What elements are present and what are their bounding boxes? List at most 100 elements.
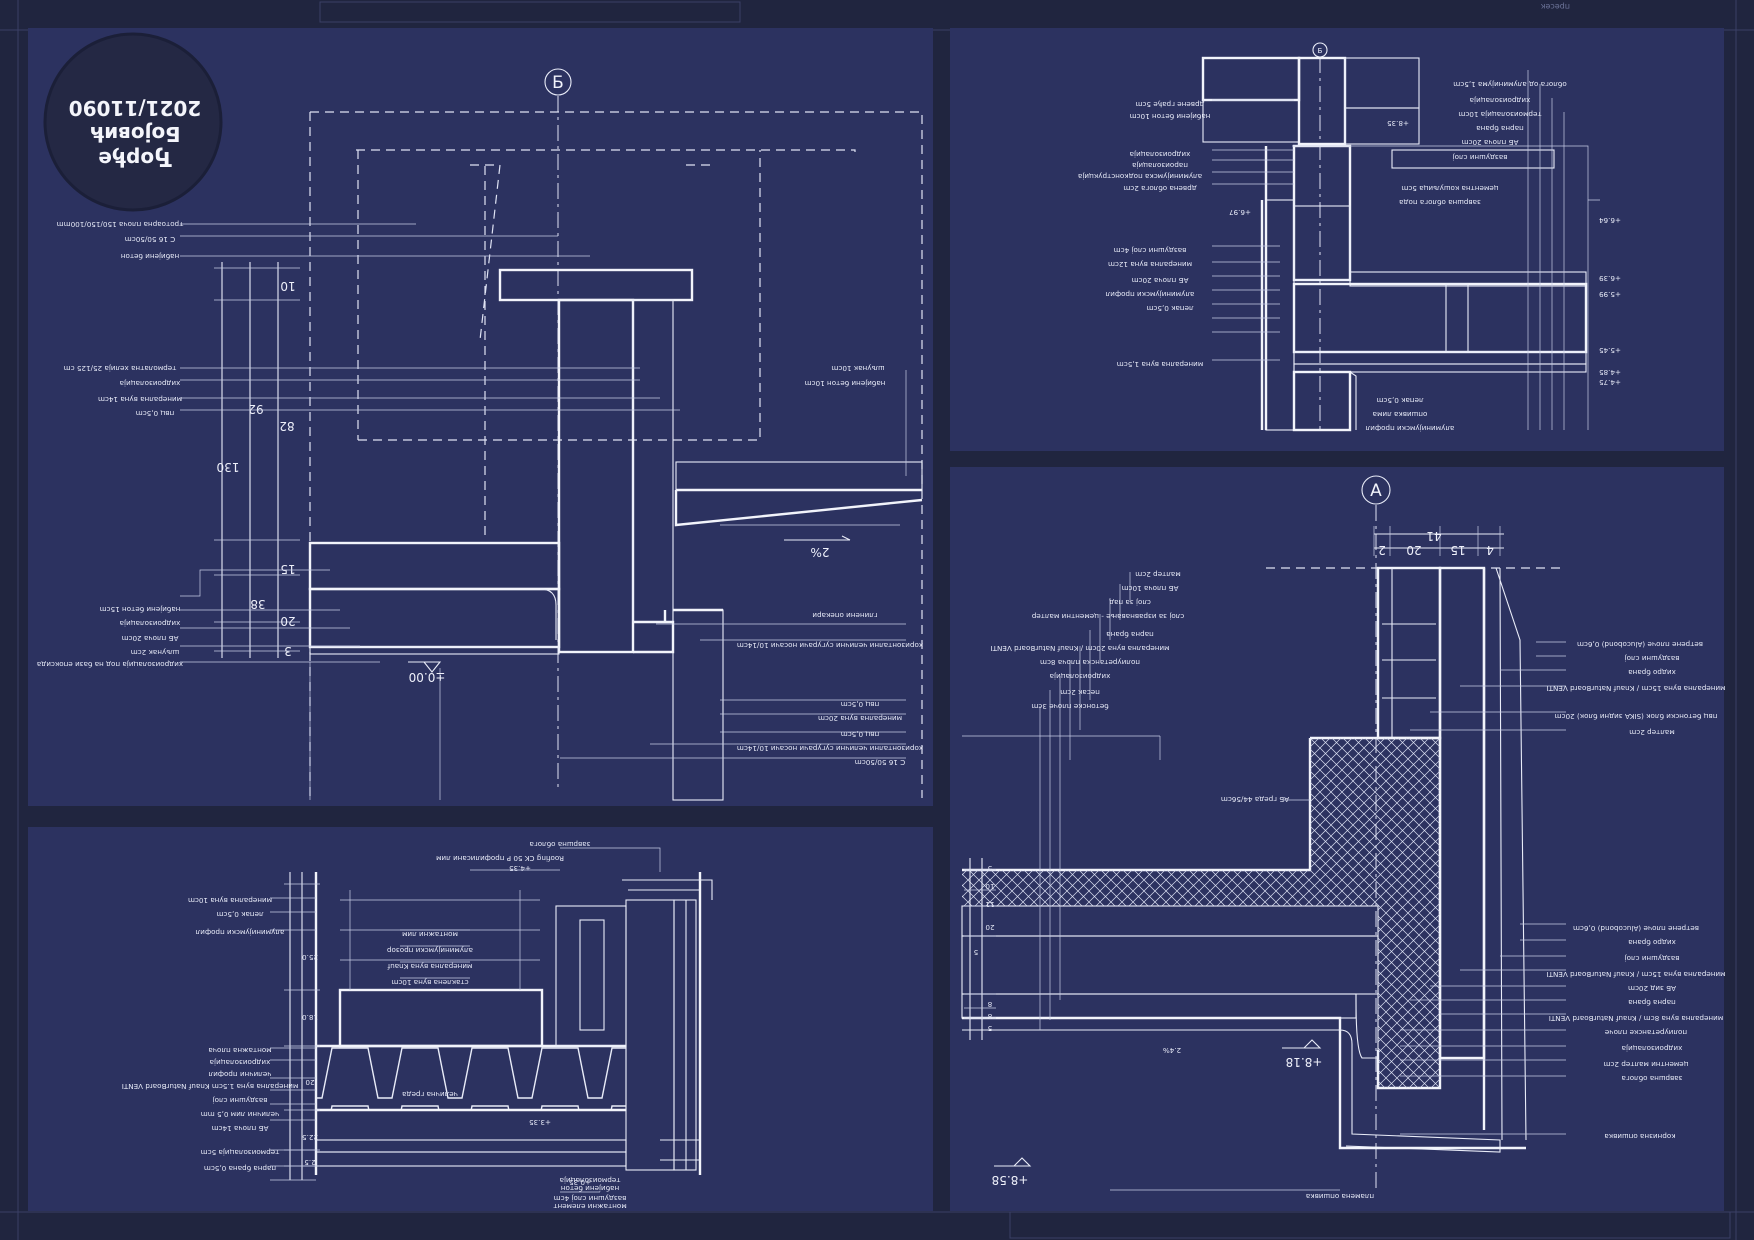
label-r1-5: дрвена облога 2cm	[1123, 184, 1196, 193]
label-tr-7: хоризонтални челични сугурачи носачи 10/…	[737, 744, 923, 753]
label-bl-3: монтажна плоча	[208, 1046, 271, 1055]
label-tl-0: тротоарна плоча 150/150/100mm	[57, 220, 184, 229]
label-brr-17: корнизна опшивка	[1604, 1132, 1675, 1141]
axis-marker-b-small: Б	[1318, 46, 1323, 55]
dim-br-s4: 5	[974, 948, 979, 957]
label-tr-6: пвц 0,5cm	[841, 730, 880, 739]
label-r1-4: алуминијумска подконструкција	[1078, 172, 1202, 181]
dim-br-s2: 11	[985, 900, 994, 909]
dim-br-s6: 8	[987, 1012, 992, 1021]
dim-br-s7: 5	[988, 1024, 993, 1033]
badge-surname: Бојовић	[90, 122, 181, 146]
level-858: +8.58	[992, 1173, 1029, 1187]
label-brr-9: минерална вуна 15cm / Knauf NaturBoard V…	[1546, 970, 1725, 979]
label-tr-0: шљунак 10cm	[831, 364, 884, 373]
label-brl-9: бетонске плоче 3cm	[1031, 702, 1108, 711]
dim-bl-25: 25.0	[302, 953, 318, 962]
label-brl-7: хидроизолација	[1050, 672, 1111, 681]
level-485: +4.85	[1599, 368, 1621, 377]
dim-130: 130	[217, 460, 240, 474]
label-bl2-5: стаклена вуна 10cm	[391, 978, 468, 987]
label-brl-6: полиуретанска плоча 8cm	[1040, 658, 1140, 667]
label-r1-7: минерална вуна 12cm	[1108, 260, 1192, 269]
dim-20: 20	[280, 614, 295, 628]
label-brl-2: слој за изравнавање - цементни малтер	[1031, 612, 1184, 621]
dim-bl-18: 18.0	[302, 1013, 318, 1022]
label-bl-4: хидроизолација	[210, 1058, 271, 1067]
label-r1-10: лепак 0,5cm	[1146, 304, 1193, 313]
level-697: +6.97	[1229, 208, 1251, 217]
label-bl-6: минерална вуна 1.5cm Knauf NaturBoard VE…	[122, 1082, 299, 1091]
label-bl-5: челични профил	[209, 1070, 272, 1079]
label-r2-3: парна брана	[1476, 124, 1524, 133]
label-r1-1: набијени бетон 10cm	[1130, 112, 1211, 121]
label-brr-11: парна брана	[1628, 998, 1676, 1007]
label-r2-8: опшивка лима	[1373, 410, 1428, 419]
label-tl-9: АБ плоча 20cm	[122, 634, 179, 643]
label-tl-5: минерална вуна 14cm	[98, 395, 182, 404]
label-brl-8: песак 2cm	[1060, 688, 1100, 697]
title-badge: Ђорђе Бојовић 2021/11090	[43, 32, 223, 212]
dim-br-s5: 8	[987, 1000, 992, 1009]
level-599: +5.99	[1599, 290, 1621, 299]
label-brl-4: парна брана	[1106, 630, 1154, 639]
svg-text:пресек: пресек	[1540, 2, 1570, 11]
label-tl-4: хидроизолација	[120, 379, 181, 388]
label-brr-14: хидроизолација	[1622, 1044, 1683, 1053]
level-818: +8.18	[1286, 1055, 1323, 1069]
label-tl-8: хидроизолација	[120, 619, 181, 628]
label-bl2-2: монтажни лим	[402, 930, 458, 939]
label-bl2-1: Roofing CK 50 P профилисани лим	[436, 854, 564, 863]
label-r2-0: облога од алуминијума 1,5cm	[1453, 80, 1566, 89]
dim-15: 15	[280, 562, 295, 576]
level-639: +6.39	[1599, 274, 1621, 283]
label-r2-6: завршна облога пода	[1399, 198, 1481, 207]
label-bl-0: минерална вуна 10cm	[188, 896, 272, 905]
axis-marker-b: Б	[552, 73, 564, 93]
label-tl-3: термолатна хелија 25/125 cm	[64, 364, 177, 373]
dim-bl-225: 22.5	[302, 1133, 318, 1142]
label-brr-13: полиуретанске плоче	[1604, 1028, 1687, 1037]
label-bl2-3: алуминијумски прозор	[387, 946, 474, 955]
dim-br-41: 41	[1426, 529, 1441, 543]
label-brr-2: хидро брана	[1628, 668, 1676, 677]
dim-bl-20: 20	[305, 1078, 315, 1087]
label-brr-4: пвц бетонски блок (SIKA зидни блок) 20cm	[1555, 712, 1718, 721]
blueprint-sheet: пресек Б 10 92 82 130 15 38 20 3 ±0.00 2…	[0, 0, 1754, 1240]
dim-br-2: 2	[1378, 543, 1386, 557]
slope-2pct: 2%	[810, 545, 829, 559]
label-r2-9: алуминијумски профил	[1366, 424, 1455, 433]
label-bl2-8: термоизолација	[560, 1176, 621, 1185]
label-brl-5: минерална вуна 20cm / Knauf NaturBoard V…	[990, 644, 1169, 653]
level-475: +4.75	[1599, 378, 1621, 387]
label-tr-5: минерална вуна 20cm	[818, 714, 902, 723]
label-brr-8: ваздушни слој	[1625, 954, 1680, 963]
label-brr-7: хидро брана	[1628, 938, 1676, 947]
badge-author: Ђорђе	[98, 147, 171, 171]
dim-82: 82	[279, 419, 294, 433]
label-r1-9: алуминијумски профил	[1106, 290, 1195, 299]
label-r1-6: ваздушни слој 4cm	[1114, 246, 1187, 255]
label-tr-1: набијени бетон 10cm	[805, 379, 886, 388]
label-bl2-4: минерална вуна Knauf	[387, 962, 472, 971]
badge-index: 2021/11090	[69, 96, 202, 120]
label-r2-2: термоизолација 10cm	[1458, 110, 1541, 119]
label-r2-1: хидроизолација	[1470, 96, 1531, 105]
label-tr-2: глинени опекари	[812, 611, 878, 620]
level-bl-435: +4.35	[509, 864, 531, 873]
label-bl2-7: ваздушни слој 4cm	[554, 1194, 627, 1203]
label-brr-bottom: пламена опшивка	[1306, 1192, 1374, 1201]
label-bl-2: алуминијумски профил	[196, 928, 285, 937]
label-tl-2: набијени бетон	[120, 252, 179, 261]
label-tl-10: шљунак 2cm	[131, 648, 180, 657]
dim-br-15: 15	[1450, 543, 1465, 557]
label-brr-6: ветрене плоче (Alucobond) 0,6cm	[1573, 924, 1699, 933]
label-brr-15: цементни малтер 2cm	[1603, 1060, 1688, 1069]
label-bl-10: термоизолација 5cm	[201, 1148, 280, 1157]
label-r1-11: минерална вуна 1,5cm	[1117, 360, 1203, 369]
dim-br-s1: 10	[985, 882, 995, 891]
label-r2-5: цементна кошуљица 5cm	[1401, 184, 1498, 193]
label-bl2-10: монтажни елемент	[553, 1202, 626, 1211]
label-brl-3: слој за пад	[1109, 598, 1151, 607]
label-brr-12: минерална вуна 8cm / Knauf NaturBoard VE…	[1549, 1014, 1723, 1023]
